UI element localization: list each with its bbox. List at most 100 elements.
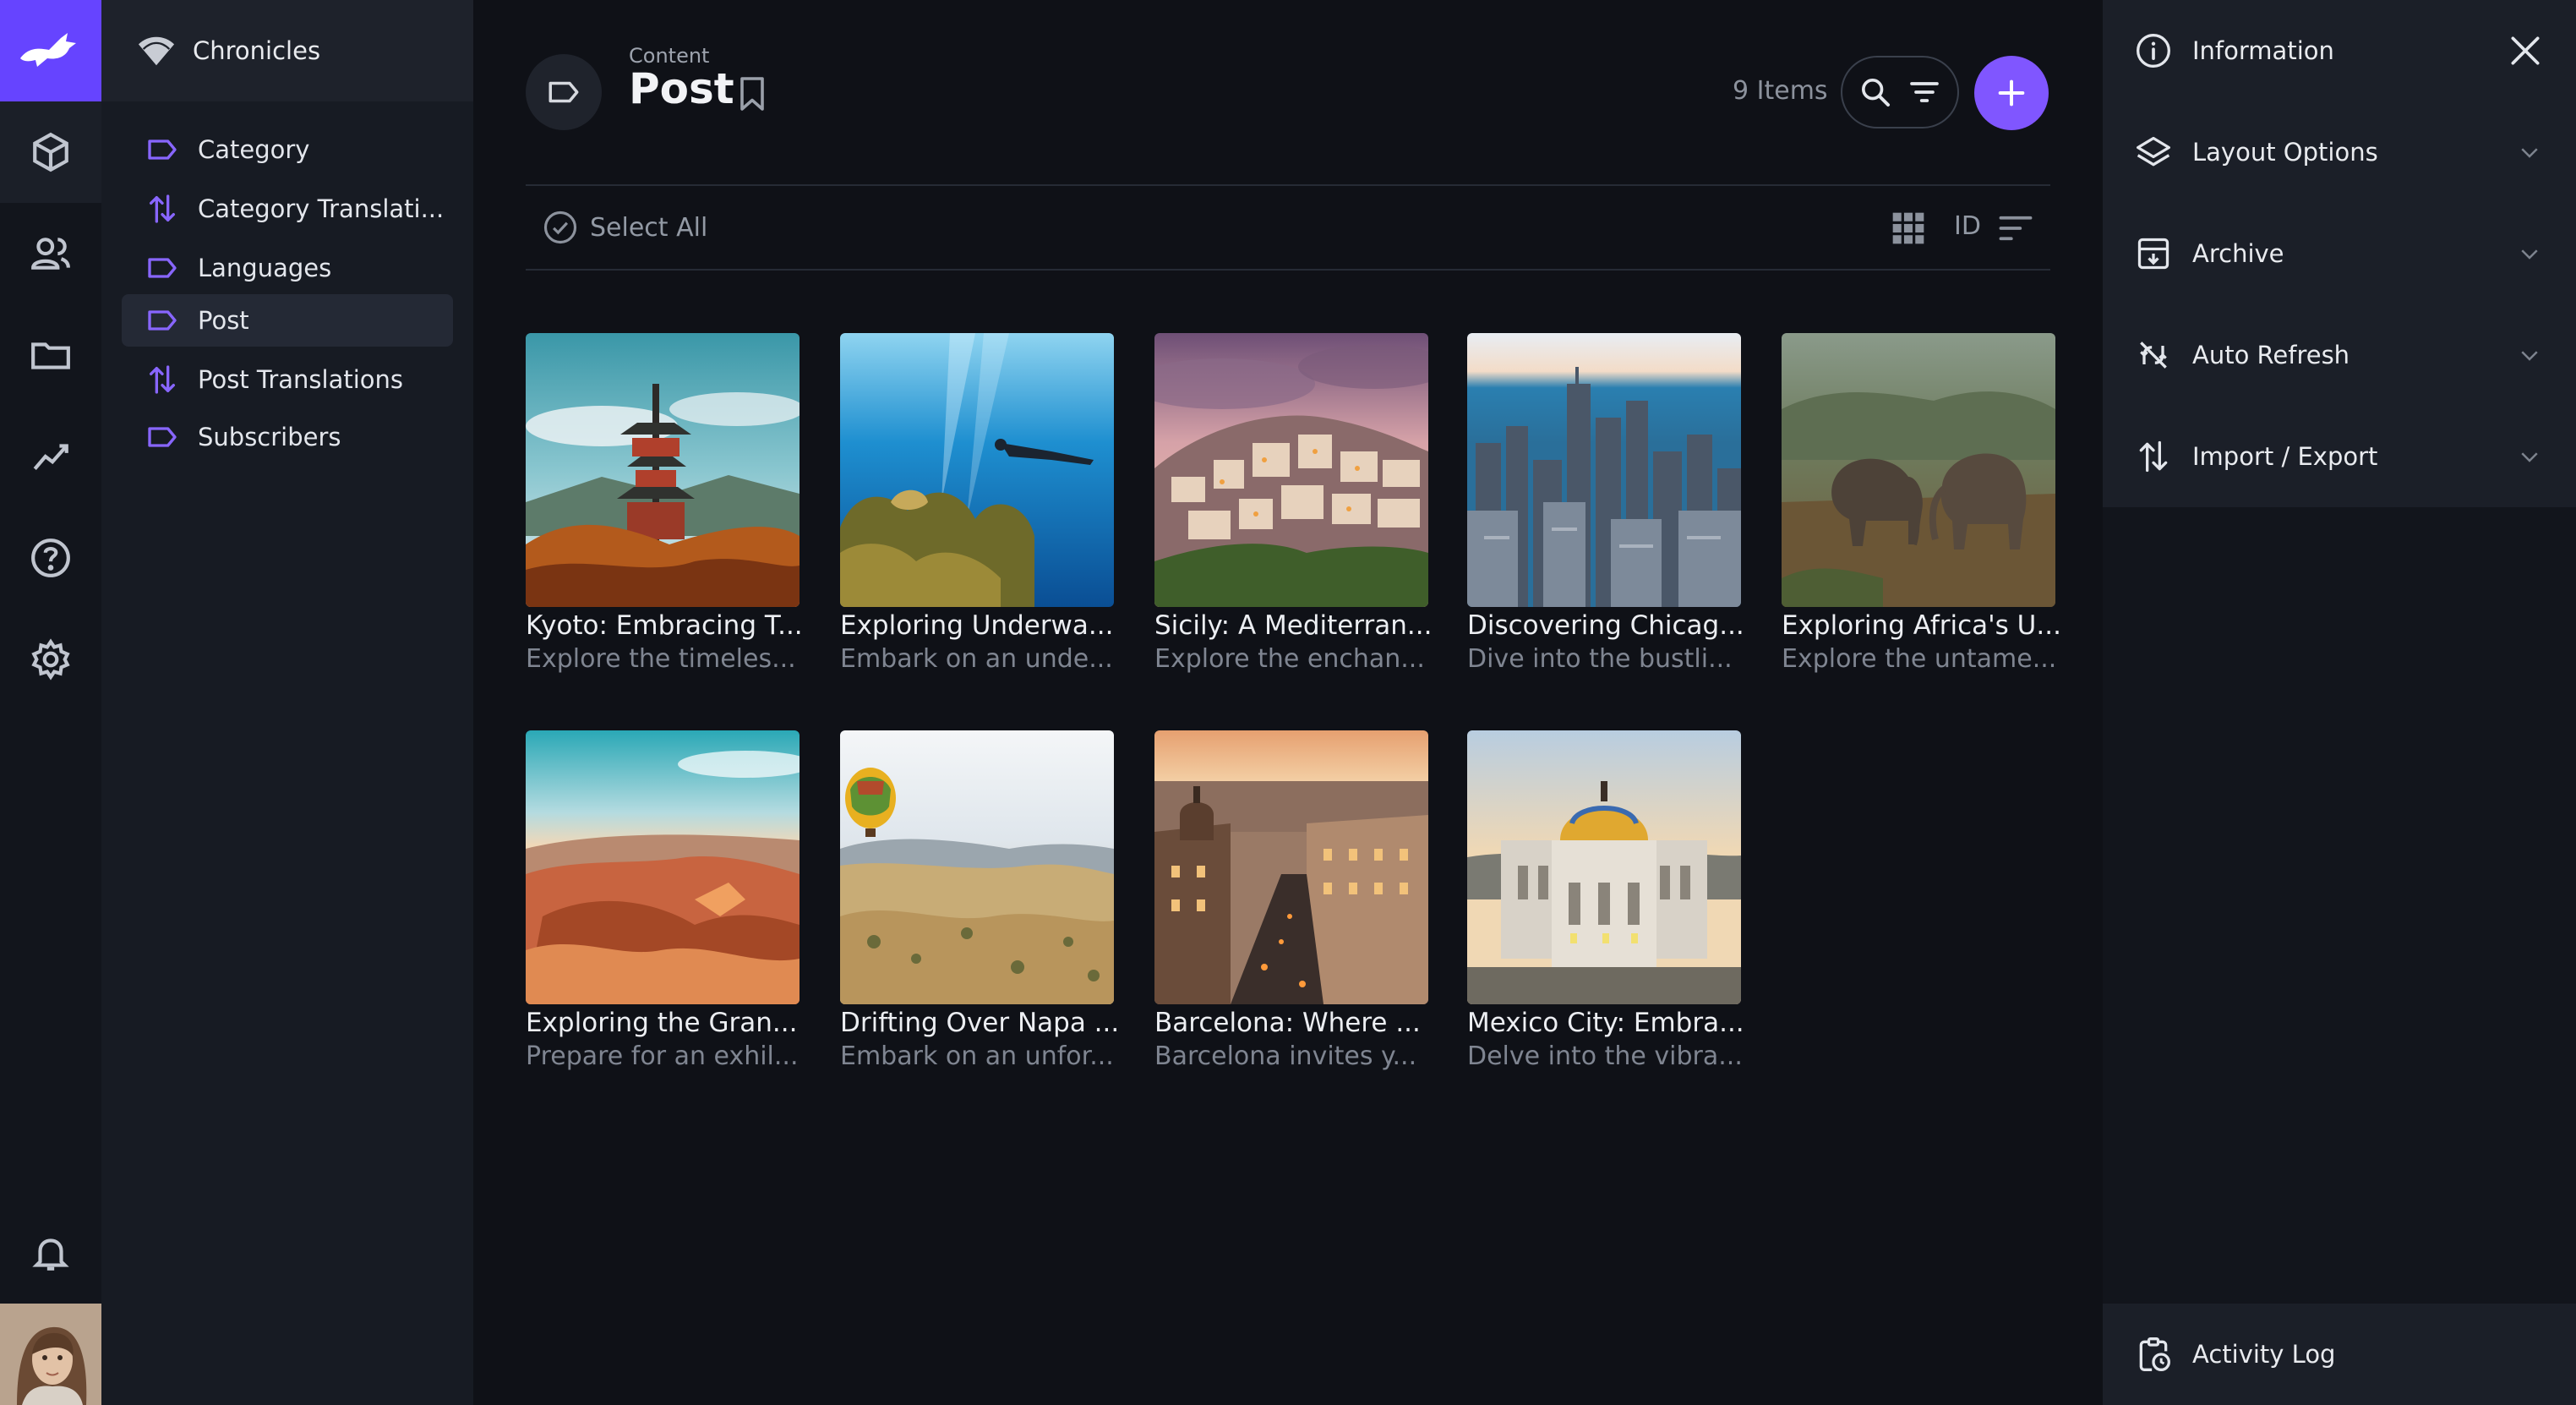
page-title: Post bbox=[629, 64, 734, 113]
card-title: Discovering Chicag... bbox=[1467, 610, 1744, 641]
card-barcelona[interactable]: Barcelona: Where ... Barcelona invites y… bbox=[1154, 730, 1428, 1071]
avatar-portrait bbox=[0, 1304, 101, 1405]
user-avatar[interactable] bbox=[0, 1304, 101, 1405]
card-kyoto[interactable]: Kyoto: Embracing T... Explore the timele… bbox=[526, 333, 803, 674]
archive-icon bbox=[2137, 238, 2169, 270]
sidebar-section-label: Information bbox=[2192, 36, 2334, 65]
search-filter-group bbox=[1841, 56, 1959, 128]
barcelona-street-photo bbox=[1154, 730, 1428, 1004]
palace-photo bbox=[1467, 730, 1741, 1004]
collection-icon-button[interactable] bbox=[526, 54, 602, 130]
module-settings[interactable] bbox=[0, 609, 101, 710]
main-content: Content Post 9 Items Select All ID Kyoto… bbox=[473, 0, 2103, 1405]
card-grand-canyon[interactable]: Exploring the Gran... Prepare for an exh… bbox=[526, 730, 800, 1071]
card-title: Mexico City: Embra... bbox=[1467, 1008, 1744, 1038]
search-icon[interactable] bbox=[1858, 75, 1892, 109]
module-users[interactable] bbox=[0, 203, 101, 304]
card-subtitle: Dive into the bustli... bbox=[1467, 644, 1733, 674]
nav-item-label: Subscribers bbox=[198, 423, 341, 451]
card-title: Drifting Over Napa ... bbox=[840, 1008, 1120, 1038]
pagoda-photo bbox=[526, 333, 800, 607]
card-image bbox=[840, 730, 1114, 1004]
module-files[interactable] bbox=[0, 304, 101, 406]
card-image bbox=[840, 333, 1114, 607]
underwater-photo bbox=[840, 333, 1114, 607]
plus-icon bbox=[1998, 79, 2025, 107]
translations-icon bbox=[150, 194, 175, 223]
card-subtitle: Embark on an unde... bbox=[840, 644, 1113, 674]
select-all-button[interactable]: Select All bbox=[543, 210, 707, 245]
sidebar-section-import-export[interactable]: Import / Export bbox=[2103, 406, 2576, 507]
select-all-label: Select All bbox=[590, 212, 708, 243]
create-item-button[interactable] bbox=[1974, 56, 2049, 130]
balloon-valley-photo bbox=[840, 730, 1114, 1004]
nav-item-languages[interactable]: Languages bbox=[122, 242, 453, 294]
sort-field[interactable]: ID bbox=[1954, 211, 1981, 241]
card-title: Exploring Underwa... bbox=[840, 610, 1114, 641]
notifications-button[interactable] bbox=[0, 1202, 101, 1304]
card-napa[interactable]: Drifting Over Napa ... Embark on an unfo… bbox=[840, 730, 1120, 1071]
rabbit-logo-icon bbox=[20, 33, 76, 67]
nav-item-category[interactable]: Category bbox=[122, 123, 453, 176]
sidebar-section-information[interactable]: Information bbox=[2103, 0, 2576, 101]
card-subtitle: Explore the enchan... bbox=[1154, 644, 1425, 674]
card-image bbox=[1467, 333, 1741, 607]
label-icon bbox=[148, 427, 177, 447]
translations-icon bbox=[150, 365, 175, 394]
module-bar bbox=[0, 0, 103, 1405]
card-image bbox=[526, 333, 800, 607]
app-logo[interactable] bbox=[0, 0, 101, 101]
card-title: Kyoto: Embracing T... bbox=[526, 610, 803, 641]
activity-log-label: Activity Log bbox=[2192, 1340, 2336, 1369]
nav-item-label: Post Translations bbox=[198, 365, 404, 394]
grid-view-icon[interactable] bbox=[1890, 210, 1927, 247]
nav-item-post[interactable]: Post bbox=[122, 294, 453, 347]
card-subtitle: Embark on an unfor... bbox=[840, 1041, 1114, 1071]
info-icon bbox=[2137, 34, 2170, 68]
nav-item-subscribers[interactable]: Subscribers bbox=[122, 411, 453, 463]
card-chicago[interactable]: Discovering Chicag... Dive into the bust… bbox=[1467, 333, 1744, 674]
sidebar-section-archive[interactable]: Archive bbox=[2103, 203, 2576, 304]
card-subtitle: Prepare for an exhil... bbox=[526, 1041, 799, 1071]
notifications-icon bbox=[32, 1238, 69, 1271]
sync-disabled-icon bbox=[2140, 342, 2167, 369]
chevron-down-icon bbox=[2521, 351, 2538, 361]
sidebar-section-layout-options[interactable]: Layout Options bbox=[2103, 101, 2576, 203]
sidebar-sections: Information Layout Options Archive Auto … bbox=[2103, 0, 2576, 507]
navigation-panel: Chronicles Category Category Translati..… bbox=[101, 0, 475, 1405]
insights-icon bbox=[33, 444, 68, 470]
nav-item-post-translations[interactable]: Post Translations bbox=[122, 353, 453, 406]
card-underwater[interactable]: Exploring Underwa... Embark on an unde..… bbox=[840, 333, 1114, 674]
nav-item-label: Post bbox=[198, 306, 249, 335]
card-title: Sicily: A Mediterran... bbox=[1154, 610, 1433, 641]
nav-item-label: Category bbox=[198, 135, 310, 164]
module-insights[interactable] bbox=[0, 406, 101, 507]
check-circle-icon bbox=[543, 210, 577, 244]
bookmark-icon[interactable] bbox=[737, 76, 767, 112]
module-help[interactable] bbox=[0, 507, 101, 609]
card-title: Exploring the Gran... bbox=[526, 1008, 798, 1038]
nav-item-label: Category Translati... bbox=[198, 194, 445, 223]
elephants-photo bbox=[1782, 333, 2055, 607]
nav-item-category-translations[interactable]: Category Translati... bbox=[122, 183, 453, 235]
filter-icon[interactable] bbox=[1907, 75, 1941, 109]
card-image bbox=[1154, 730, 1428, 1004]
label-icon bbox=[148, 139, 177, 160]
card-mexico-city[interactable]: Mexico City: Embra... Delve into the vib… bbox=[1467, 730, 1744, 1071]
card-subtitle: Barcelona invites y... bbox=[1154, 1041, 1417, 1071]
card-title: Barcelona: Where ... bbox=[1154, 1008, 1421, 1038]
card-image bbox=[1154, 333, 1428, 607]
sidebar-section-label: Layout Options bbox=[2192, 138, 2378, 167]
label-icon bbox=[148, 258, 177, 278]
wifi-icon bbox=[138, 36, 175, 66]
sidebar-section-auto-refresh[interactable]: Auto Refresh bbox=[2103, 304, 2576, 406]
project-switcher[interactable]: Chronicles bbox=[101, 0, 473, 101]
card-subtitle: Delve into the vibra... bbox=[1467, 1041, 1743, 1071]
card-africa[interactable]: Exploring Africa's U... Explore the unta… bbox=[1782, 333, 2061, 674]
close-icon[interactable] bbox=[2507, 32, 2544, 69]
card-sicily[interactable]: Sicily: A Mediterran... Explore the ench… bbox=[1154, 333, 1433, 674]
module-content[interactable] bbox=[0, 101, 101, 203]
header-divider bbox=[526, 184, 2050, 186]
activity-log-button[interactable]: Activity Log bbox=[2103, 1304, 2576, 1405]
sort-icon[interactable] bbox=[1998, 213, 2033, 243]
